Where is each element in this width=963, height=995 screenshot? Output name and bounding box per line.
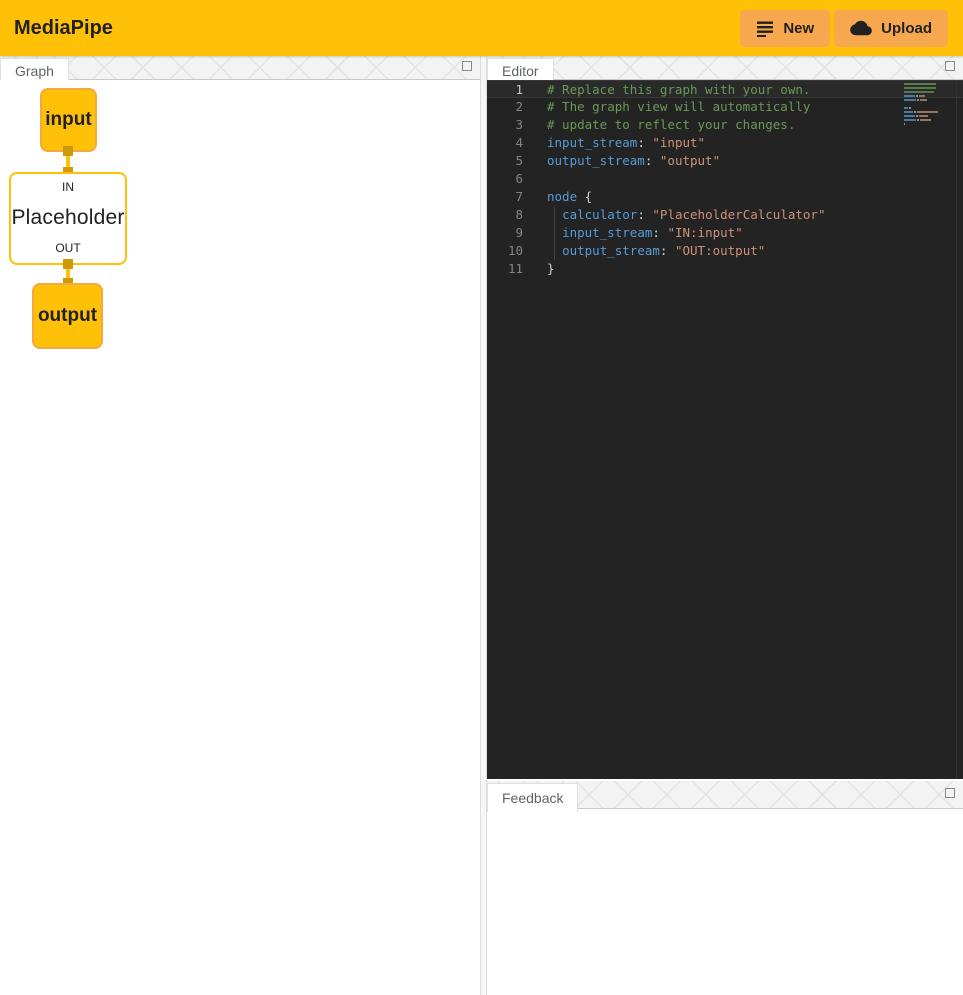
line-number: 9 — [487, 224, 523, 242]
new-button-label: New — [783, 20, 814, 37]
code-line: 7node { — [487, 188, 963, 206]
code-line: 5output_stream: "output" — [487, 152, 963, 170]
app-title: MediaPipe — [14, 17, 113, 40]
code-text: output_stream: "output" — [523, 152, 720, 170]
editor-panel: Editor 1# Replace this graph with your o… — [487, 56, 963, 779]
code-editor[interactable]: 1# Replace this graph with your own.2# T… — [487, 80, 963, 779]
notes-icon — [756, 19, 774, 37]
code-lines: 1# Replace this graph with your own.2# T… — [487, 80, 963, 278]
panel-splitter[interactable] — [480, 56, 487, 995]
indent-guide — [554, 224, 555, 242]
code-text — [523, 170, 547, 188]
code-text: input_stream: "IN:input" — [523, 224, 743, 242]
code-text: # The graph view will automatically — [523, 98, 810, 116]
code-text: output_stream: "OUT:output" — [523, 242, 765, 260]
maximize-icon[interactable] — [462, 61, 472, 71]
upload-button[interactable]: Upload — [834, 10, 948, 47]
feedback-tabstrip: Feedback — [487, 781, 963, 809]
code-text: node { — [523, 188, 592, 206]
graph-canvas[interactable]: input IN Placeholder OUT output — [0, 80, 480, 995]
calculator-node-label: Placeholder — [11, 206, 124, 230]
line-number: 10 — [487, 242, 523, 260]
indent-guide — [554, 242, 555, 260]
edge-connector-square — [63, 259, 73, 269]
feedback-content — [487, 809, 963, 995]
code-text: # Replace this graph with your own. — [523, 81, 810, 97]
minimap[interactable] — [904, 83, 940, 127]
app-header: MediaPipe New Upload — [0, 0, 963, 56]
graph-node-placeholder[interactable]: IN Placeholder OUT — [9, 172, 127, 265]
line-number: 6 — [487, 170, 523, 188]
code-line: 8 calculator: "PlaceholderCalculator" — [487, 206, 963, 224]
output-port-label: OUT — [55, 241, 80, 255]
tab-feedback[interactable]: Feedback — [487, 783, 578, 812]
code-line: 4input_stream: "input" — [487, 134, 963, 152]
input-port-label: IN — [62, 180, 74, 194]
feedback-panel: Feedback — [487, 779, 963, 995]
line-number: 11 — [487, 260, 523, 278]
line-number: 4 — [487, 134, 523, 152]
code-line: 3# update to reflect your changes. — [487, 116, 963, 134]
code-text: # update to reflect your changes. — [523, 116, 795, 134]
upload-button-label: Upload — [881, 20, 932, 37]
cloud-upload-icon — [850, 19, 872, 37]
header-buttons: New Upload — [740, 10, 948, 47]
graph-node-input[interactable]: input — [40, 88, 97, 152]
indent-guide — [554, 206, 555, 224]
code-line: 11} — [487, 260, 963, 278]
main-area: Graph input IN Placeholder OUT output Ed… — [0, 56, 963, 995]
code-text: input_stream: "input" — [523, 134, 705, 152]
code-line: 2# The graph view will automatically — [487, 98, 963, 116]
line-number: 1 — [487, 81, 523, 97]
maximize-icon[interactable] — [945, 788, 955, 798]
edge-connector-square — [63, 146, 73, 156]
right-column: Editor 1# Replace this graph with your o… — [487, 56, 963, 995]
code-line: 6 — [487, 170, 963, 188]
code-line: 1# Replace this graph with your own. — [487, 80, 963, 98]
line-number: 2 — [487, 98, 523, 116]
code-text: calculator: "PlaceholderCalculator" — [523, 206, 825, 224]
code-line: 9 input_stream: "IN:input" — [487, 224, 963, 242]
graph-tabstrip: Graph — [0, 56, 480, 80]
editor-tabstrip: Editor — [487, 56, 963, 80]
code-line: 10 output_stream: "OUT:output" — [487, 242, 963, 260]
line-number: 5 — [487, 152, 523, 170]
code-text: } — [523, 260, 555, 278]
line-number: 7 — [487, 188, 523, 206]
line-number: 3 — [487, 116, 523, 134]
maximize-icon[interactable] — [945, 61, 955, 71]
graph-node-output[interactable]: output — [32, 283, 103, 349]
line-number: 8 — [487, 206, 523, 224]
new-button[interactable]: New — [740, 10, 830, 47]
editor-overview-ruler — [956, 80, 957, 779]
graph-panel: Graph input IN Placeholder OUT output — [0, 56, 480, 995]
